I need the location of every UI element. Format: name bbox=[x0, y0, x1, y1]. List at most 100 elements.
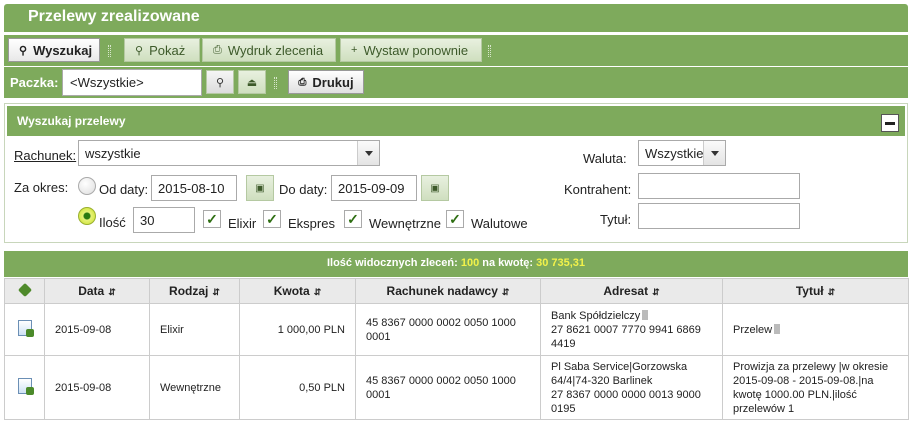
express-checkbox[interactable]: ✓ bbox=[263, 210, 281, 228]
recipient-cell: Bank Spółdzielczy 27 8621 0007 7770 9941 … bbox=[540, 303, 723, 356]
to-date-calendar-button[interactable]: ▣ bbox=[421, 175, 449, 201]
check-icon: ✓ bbox=[206, 210, 218, 227]
header-title[interactable]: Tytuł ⇵ bbox=[722, 278, 909, 304]
toolbar-separator bbox=[108, 45, 111, 57]
header-date[interactable]: Data ⇵ bbox=[44, 278, 150, 304]
search-panel-title: Wyszukaj przelewy bbox=[17, 114, 126, 128]
amount-cell: 1 000,00 PLN bbox=[239, 303, 356, 356]
date-cell: 2015-09-08 bbox=[44, 303, 150, 356]
eject-icon: ⏏ bbox=[246, 76, 258, 89]
account-select[interactable]: wszystkie bbox=[78, 140, 380, 166]
print-button-label: Drukuj bbox=[312, 74, 354, 90]
search-icon: ⚲ bbox=[19, 44, 28, 57]
to-date-input[interactable]: 2015-09-09 bbox=[331, 175, 417, 201]
summary-amount: 30 735,31 bbox=[536, 257, 586, 269]
header-type[interactable]: Rodzaj ⇵ bbox=[149, 278, 240, 304]
type-cell: Wewnętrzne bbox=[149, 355, 240, 420]
resend-button[interactable]: + Wystaw ponownie bbox=[340, 38, 482, 62]
title-input[interactable] bbox=[638, 203, 800, 229]
plus-icon: + bbox=[351, 44, 358, 56]
truncation-mark bbox=[642, 309, 649, 320]
currency-label: Waluta: bbox=[583, 151, 627, 166]
page-header: Przelewy zrealizowane bbox=[4, 4, 908, 32]
summary-count: 100 bbox=[460, 257, 480, 269]
title-label: Tytuł: bbox=[600, 212, 632, 227]
package-search-button[interactable]: ⚲ bbox=[206, 70, 234, 94]
table-header-row: Data ⇵ Rodzaj ⇵ Kwota ⇵ Rachunek nadawcy ⇵ A… bbox=[4, 278, 909, 304]
document-icon[interactable] bbox=[17, 377, 34, 395]
header-sender-account[interactable]: Rachunek nadawcy ⇵ bbox=[355, 278, 541, 304]
show-button[interactable]: ⚲ Pokaż bbox=[124, 38, 200, 62]
chevron-down-icon bbox=[357, 141, 379, 165]
calendar-icon: ▣ bbox=[430, 182, 440, 194]
printer-icon: ⎙ bbox=[213, 43, 222, 56]
package-input[interactable]: <Wszystkie> bbox=[62, 69, 202, 96]
print-order-button-label: Wydruk zlecenia bbox=[227, 42, 324, 58]
search-button[interactable]: ⚲ Wyszukaj bbox=[8, 38, 100, 62]
check-icon: ✓ bbox=[449, 210, 461, 227]
from-date-calendar-button[interactable]: ▣ bbox=[246, 175, 274, 201]
from-date-label: Od daty: bbox=[99, 182, 149, 197]
amount-cell: 0,50 PLN bbox=[239, 355, 356, 420]
recipient-cell: Pl Saba Service|Gorzowska 64/4|74-320 Ba… bbox=[540, 355, 723, 420]
header-amount-label: Kwota bbox=[273, 284, 310, 298]
search-panel: Wyszukaj przelewy Rachunek: wszystkie Za… bbox=[4, 103, 908, 243]
title-cell: Prowizja za przelewy |w okresie 2015-09-… bbox=[722, 355, 909, 420]
recipient-name: Pl Saba Service|Gorzowska 64/4|74-320 Ba… bbox=[551, 360, 688, 387]
internal-checkbox[interactable]: ✓ bbox=[344, 210, 362, 228]
header-recipient[interactable]: Adresat ⇵ bbox=[540, 278, 723, 304]
print-order-button[interactable]: ⎙ Wydruk zlecenia bbox=[202, 38, 336, 62]
document-icon[interactable] bbox=[17, 319, 34, 337]
internal-label: Wewnętrzne bbox=[369, 216, 442, 231]
chevron-down-icon bbox=[703, 141, 725, 165]
header-type-label: Rodzaj bbox=[169, 284, 209, 298]
show-button-label: Pokaż bbox=[149, 42, 186, 58]
summary-count-label: Ilość widocznych zleceń: bbox=[326, 257, 458, 269]
table-row[interactable]: 2015-09-08 Wewnętrzne 0,50 PLN 45 8367 0… bbox=[4, 355, 909, 420]
currency-transfer-checkbox[interactable]: ✓ bbox=[446, 210, 464, 228]
period-label: Za okres: bbox=[14, 180, 69, 195]
row-icon-cell[interactable] bbox=[4, 355, 45, 420]
sort-icon: ⇵ bbox=[501, 287, 510, 297]
print-button[interactable]: ⎙ Drukuj bbox=[288, 70, 364, 94]
sender-cell: 45 8367 0000 0002 0050 1000 0001 bbox=[355, 355, 541, 420]
elixir-label: Elixir bbox=[228, 216, 257, 231]
to-date-label: Do daty: bbox=[279, 182, 328, 197]
row-icon-cell[interactable] bbox=[4, 303, 45, 356]
printer-icon: ⎙ bbox=[298, 76, 307, 88]
header-sender-label: Rachunek nadawcy bbox=[386, 284, 498, 298]
title-cell: Przelew bbox=[722, 303, 909, 356]
resend-button-label: Wystaw ponownie bbox=[363, 42, 469, 58]
search-button-label: Wyszukaj bbox=[33, 42, 93, 58]
recipient-name: Bank Spółdzielczy bbox=[551, 309, 641, 322]
table-row[interactable]: 2015-09-08 Elixir 1 000,00 PLN 45 8367 0… bbox=[4, 303, 909, 356]
collapse-button[interactable] bbox=[881, 114, 899, 132]
contractor-input[interactable] bbox=[638, 173, 800, 199]
search-icon: ⚲ bbox=[215, 76, 225, 89]
from-date-input[interactable]: 2015-08-10 bbox=[151, 175, 237, 201]
header-recipient-label: Adresat bbox=[603, 284, 649, 298]
express-label: Ekspres bbox=[288, 216, 335, 231]
currency-select[interactable]: Wszystkie bbox=[638, 140, 726, 166]
transfers-table: Data ⇵ Rodzaj ⇵ Kwota ⇵ Rachunek nadawcy ⇵ A… bbox=[4, 278, 909, 420]
count-radio[interactable] bbox=[78, 207, 96, 225]
header-date-label: Data bbox=[78, 284, 105, 298]
sort-icon: ⇵ bbox=[108, 287, 116, 297]
sort-icon: ⇵ bbox=[827, 287, 836, 297]
date-range-radio[interactable] bbox=[78, 177, 96, 195]
summary-amount-label: na kwotę: bbox=[482, 257, 534, 269]
check-icon: ✓ bbox=[266, 210, 278, 227]
package-eject-button[interactable]: ⏏ bbox=[238, 70, 266, 94]
summary-bar: Ilość widocznych zleceń: 100 na kwotę: 3… bbox=[4, 251, 908, 277]
toolbar: ⚲ Wyszukaj ⚲ Pokaż ⎙ Wydruk zlecenia + W… bbox=[4, 35, 908, 66]
toolbar-separator bbox=[274, 77, 277, 89]
contractor-label: Kontrahent: bbox=[564, 182, 632, 197]
truncation-mark bbox=[774, 323, 781, 334]
type-cell: Elixir bbox=[149, 303, 240, 356]
header-amount[interactable]: Kwota ⇵ bbox=[239, 278, 356, 304]
recipient-account: 27 8621 0007 7770 9941 6869 4419 bbox=[551, 323, 701, 350]
elixir-checkbox[interactable]: ✓ bbox=[203, 210, 221, 228]
calendar-icon: ▣ bbox=[255, 182, 265, 194]
currency-select-value: Wszystkie bbox=[645, 146, 704, 161]
count-input[interactable]: 30 bbox=[133, 207, 195, 233]
